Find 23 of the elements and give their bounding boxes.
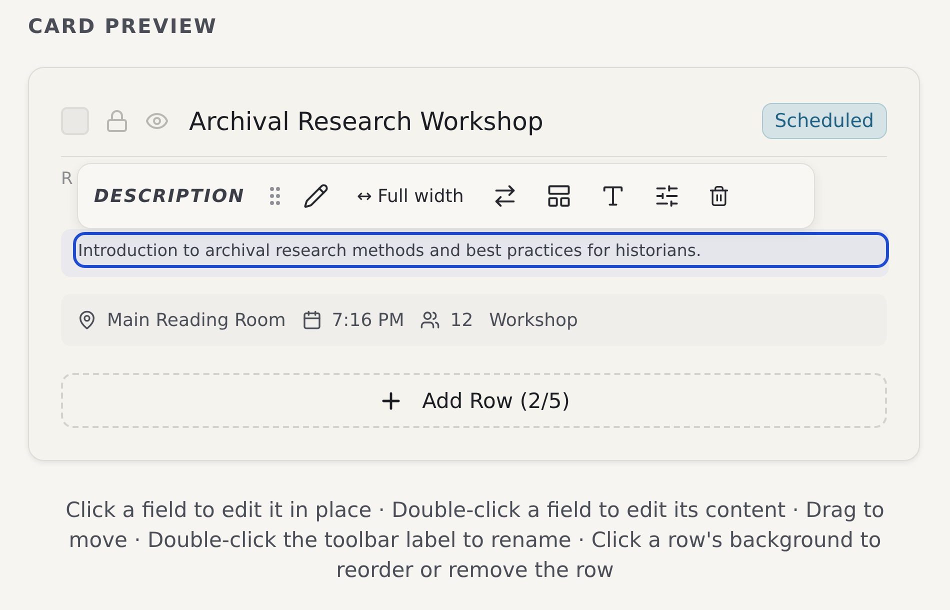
pencil-icon: [302, 183, 329, 209]
description-row[interactable]: Introduction to archival research methods and best practices for historians.: [61, 229, 889, 277]
card-title: Archival Research Workshop: [189, 106, 544, 136]
description-field[interactable]: Introduction to archival research methods and best practices for historians.: [73, 232, 889, 268]
meta-text: Main Reading Room: [107, 310, 286, 330]
section-title: CARD PREVIEW: [28, 14, 218, 38]
meta-text: 7:16 PM: [332, 310, 404, 330]
location-pin-icon: [77, 310, 97, 330]
calendar-icon: [302, 310, 322, 330]
meta-text: Workshop: [489, 310, 578, 330]
add-row-button[interactable]: Add Row (2/5): [61, 373, 887, 428]
trash-icon: [708, 185, 730, 207]
people-icon: [420, 310, 440, 330]
checkbox[interactable]: [61, 107, 89, 135]
width-button[interactable]: ↔ Full width: [350, 180, 470, 212]
toolbar-label[interactable]: DESCRIPTION: [94, 186, 245, 206]
help-text: Click a field to edit it in place · Double-click a field to edit its content · Drag to move · Double-click the toolbar label to rename · Click a row's background to reorder or remove the row: [64, 497, 886, 584]
sliders-icon: [654, 183, 680, 209]
meta-row[interactable]: Main Reading Room 7:16 PM 12 Workshop: [61, 294, 887, 346]
row-text: R: [61, 169, 73, 189]
status-badge: Scheduled: [762, 103, 887, 139]
meta-text: 12: [450, 310, 474, 330]
layout-icon: [546, 183, 572, 209]
